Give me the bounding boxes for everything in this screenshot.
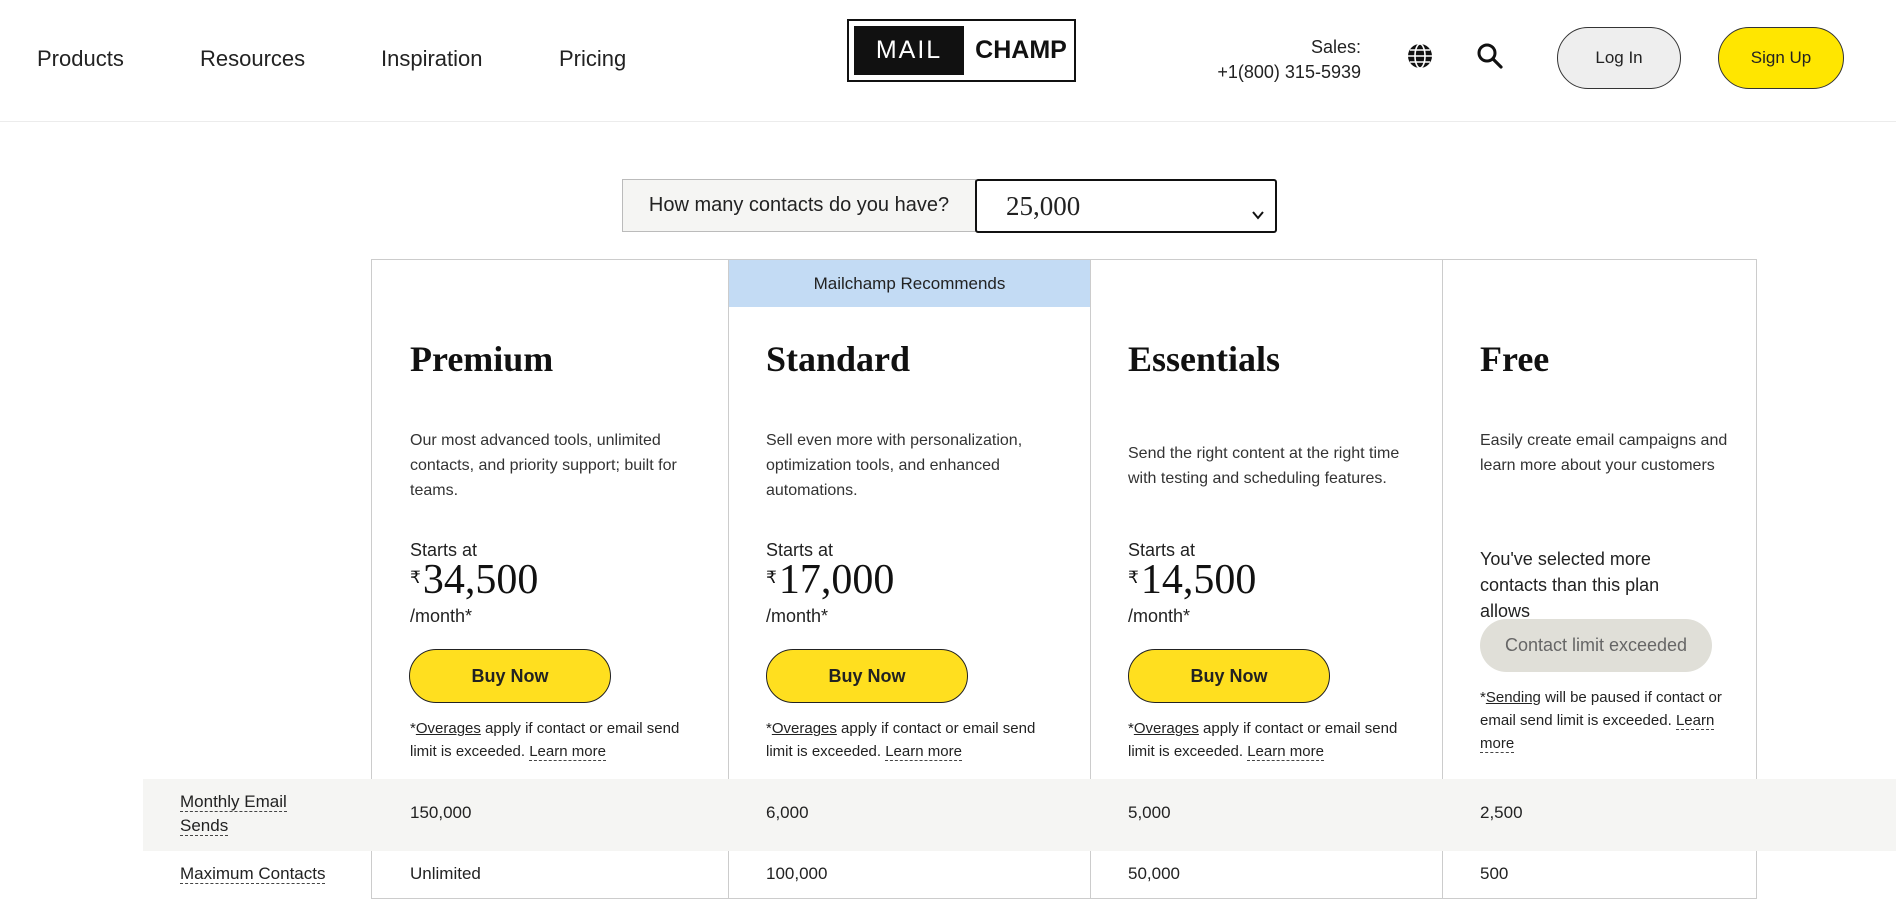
globe-icon[interactable] bbox=[1404, 40, 1436, 72]
buy-now-button-essentials[interactable]: Buy Now bbox=[1128, 649, 1330, 703]
nav-item-pricing[interactable]: Pricing bbox=[559, 46, 626, 72]
contacts-select[interactable]: 25,000 bbox=[975, 179, 1277, 233]
per-month-premium: /month* bbox=[410, 606, 473, 626]
site-logo[interactable]: MAIL CHAMP bbox=[847, 19, 1076, 82]
chevron-down-icon bbox=[1251, 198, 1265, 220]
table-cell: 2,500 bbox=[1480, 803, 1523, 822]
plan-desc-standard: Sell even more with personalization, opt… bbox=[766, 432, 1023, 499]
search-icon[interactable] bbox=[1474, 40, 1506, 72]
fine-print-premium: *Overages apply if contact or email send… bbox=[410, 717, 690, 763]
learn-more-link[interactable]: Learn more bbox=[1247, 743, 1324, 761]
logo-mail-text: MAIL bbox=[854, 26, 964, 75]
overages-link[interactable]: Overages bbox=[772, 720, 837, 737]
table-cell: 6,000 bbox=[766, 803, 809, 822]
buy-now-button-standard[interactable]: Buy Now bbox=[766, 649, 968, 703]
per-month-essentials: /month* bbox=[1128, 606, 1191, 626]
table-cell: 100,000 bbox=[766, 864, 828, 883]
fine-print-standard: *Overages apply if contact or email send… bbox=[766, 717, 1046, 763]
table-cell: 5,000 bbox=[1128, 803, 1171, 822]
sending-link[interactable]: Sending bbox=[1486, 689, 1541, 706]
login-button[interactable]: Log In bbox=[1557, 27, 1681, 89]
logo-champ-text: CHAMP bbox=[975, 36, 1067, 64]
sales-phone[interactable]: +1(800) 315-5939 bbox=[1217, 60, 1361, 85]
price-premium: ₹34,500 bbox=[410, 556, 538, 604]
price-essentials: ₹14,500 bbox=[1128, 556, 1256, 604]
nav-item-resources[interactable]: Resources bbox=[200, 46, 305, 72]
fine-print-essentials: *Overages apply if contact or email send… bbox=[1128, 717, 1408, 763]
table-cell: Unlimited bbox=[410, 864, 481, 883]
site-header: Products Resources Inspiration Pricing M… bbox=[0, 0, 1896, 122]
signup-button[interactable]: Sign Up bbox=[1718, 27, 1844, 89]
plan-desc-free: Easily create email campaigns and learn … bbox=[1480, 432, 1728, 474]
sales-label: Sales: bbox=[1310, 37, 1361, 57]
price-standard: ₹17,000 bbox=[766, 556, 894, 604]
plan-name-free: Free bbox=[1480, 339, 1550, 379]
price-value: 34,500 bbox=[422, 557, 539, 603]
buy-now-button-premium[interactable]: Buy Now bbox=[409, 649, 611, 703]
row-label-maximum-contacts[interactable]: Maximum Contacts bbox=[180, 862, 326, 886]
table-cell: 500 bbox=[1480, 864, 1509, 883]
price-value: 17,000 bbox=[778, 557, 895, 603]
per-month-standard: /month* bbox=[766, 606, 829, 626]
plan-name-essentials: Essentials bbox=[1128, 339, 1281, 379]
price-value: 14,500 bbox=[1140, 557, 1257, 603]
contacts-select-value: 25,000 bbox=[1006, 190, 1081, 221]
contact-limit-exceeded-button: Contact limit exceeded bbox=[1480, 619, 1712, 672]
overages-link[interactable]: Overages bbox=[1134, 720, 1199, 737]
row-label-text: Monthly Email Sends bbox=[180, 792, 287, 836]
learn-more-link[interactable]: Learn more bbox=[885, 743, 962, 761]
overages-link[interactable]: Overages bbox=[416, 720, 481, 737]
table-row-band bbox=[143, 779, 1896, 851]
plan-name-standard: Standard bbox=[766, 339, 911, 379]
sales-contact: Sales: +1(800) 315-5939 bbox=[1217, 35, 1361, 85]
nav-item-inspiration[interactable]: Inspiration bbox=[381, 46, 483, 72]
contacts-question-label: How many contacts do you have? bbox=[622, 179, 976, 232]
plan-desc-premium: Our most advanced tools, unlimited conta… bbox=[410, 432, 677, 499]
learn-more-link[interactable]: Learn more bbox=[529, 743, 606, 761]
currency-symbol: ₹ bbox=[766, 568, 777, 587]
row-label-text: Maximum Contacts bbox=[180, 864, 326, 884]
fine-print-free: *Sending will be paused if contact or em… bbox=[1480, 686, 1735, 755]
plan-name-premium: Premium bbox=[410, 339, 554, 379]
recommend-banner: Mailchamp Recommends bbox=[729, 260, 1090, 307]
contact-limit-warning: You've selected more contacts than this … bbox=[1480, 549, 1660, 621]
plan-desc-essentials: Send the right content at the right time… bbox=[1128, 445, 1400, 487]
table-cell: 150,000 bbox=[410, 803, 472, 822]
nav-item-products[interactable]: Products bbox=[37, 46, 124, 72]
table-cell: 50,000 bbox=[1128, 864, 1180, 883]
currency-symbol: ₹ bbox=[410, 568, 421, 587]
row-label-monthly-email-sends[interactable]: Monthly Email Sends bbox=[180, 790, 310, 838]
currency-symbol: ₹ bbox=[1128, 568, 1139, 587]
